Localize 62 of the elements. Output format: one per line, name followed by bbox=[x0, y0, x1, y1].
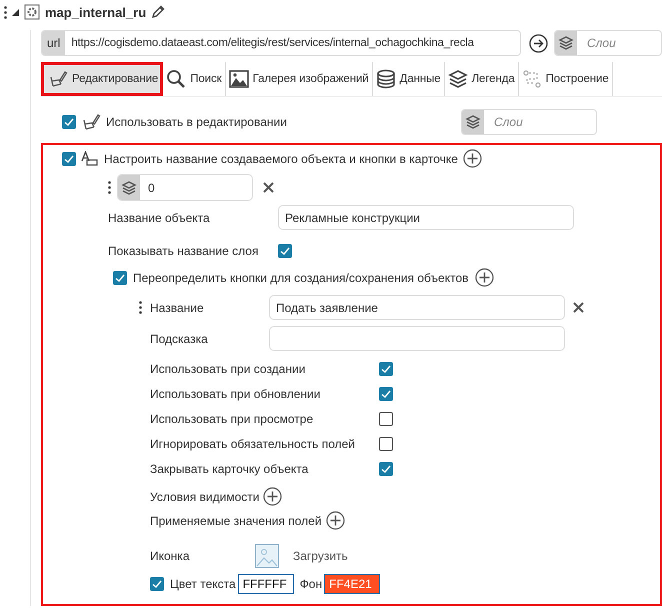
object-name-field[interactable]: Рекламные конструкции bbox=[278, 205, 574, 230]
url-prefix: url bbox=[42, 31, 66, 55]
option-label: Использовать при обновлении bbox=[150, 387, 322, 401]
checkbox[interactable] bbox=[379, 387, 393, 401]
checkbox[interactable] bbox=[62, 115, 76, 129]
checkbox[interactable] bbox=[379, 462, 393, 476]
checkbox[interactable] bbox=[62, 152, 76, 166]
option-label: Игнорировать обязательность полей bbox=[150, 437, 356, 451]
close-icon[interactable] bbox=[573, 302, 584, 313]
layers-icon bbox=[558, 35, 574, 51]
layers-icon bbox=[448, 69, 468, 89]
map-title: map_internal_ru bbox=[45, 4, 146, 20]
layers-icon bbox=[121, 180, 137, 196]
layers-field[interactable]: Слои bbox=[461, 109, 597, 135]
search-icon bbox=[166, 69, 186, 89]
option-label: Условия видимости bbox=[150, 490, 260, 504]
arrow-right-icon[interactable] bbox=[529, 34, 548, 52]
hint-field[interactable] bbox=[269, 326, 565, 351]
option-label: Применяемые значения полей bbox=[150, 514, 322, 528]
tab[interactable]: Редактирование bbox=[41, 62, 164, 96]
close-icon[interactable] bbox=[263, 182, 274, 193]
field-label: Название объекта bbox=[108, 210, 211, 224]
option-label: Использовать при просмотре bbox=[150, 412, 314, 426]
route-icon bbox=[522, 69, 542, 89]
field-label: Цвет текста bbox=[170, 577, 236, 591]
option-label: Использовать при создании bbox=[150, 362, 306, 376]
url-field[interactable]: url https://cogisdemo.dataeast.com/elitegis/rest/services/internal_ochagochkina_recla bbox=[41, 30, 521, 56]
field-label: Название bbox=[150, 300, 204, 314]
image-icon bbox=[228, 70, 249, 88]
drag-handle-icon[interactable] bbox=[139, 301, 142, 314]
field-label: Подсказка bbox=[150, 332, 209, 346]
add-icon[interactable] bbox=[326, 511, 345, 530]
layers-field[interactable]: Слои bbox=[554, 30, 662, 56]
option-label: Закрывать карточку объекта bbox=[150, 462, 310, 476]
checkbox[interactable] bbox=[150, 577, 164, 591]
add-icon[interactable] bbox=[263, 487, 282, 506]
checkbox[interactable] bbox=[379, 362, 393, 376]
option-label: Переопределить кнопки для создания/сохранения объектов bbox=[133, 270, 468, 284]
button-name-field[interactable]: Подать заявление bbox=[269, 295, 565, 320]
checkbox[interactable] bbox=[113, 270, 127, 284]
text-format-icon bbox=[81, 150, 99, 166]
checkbox[interactable] bbox=[379, 412, 393, 426]
checkbox[interactable] bbox=[278, 244, 292, 258]
add-icon[interactable] bbox=[474, 268, 494, 287]
pencil-icon[interactable] bbox=[151, 5, 166, 19]
field-label: Показывать название слоя bbox=[108, 244, 260, 258]
option-label: Использовать в редактировании bbox=[106, 115, 288, 129]
checkbox[interactable] bbox=[379, 437, 393, 451]
database-icon bbox=[376, 69, 396, 89]
pencil-chair-icon bbox=[81, 112, 101, 132]
field-label: Иконка bbox=[150, 549, 190, 563]
drag-handle-icon[interactable] bbox=[4, 6, 7, 18]
section-label: Настроить название создаваемого объекта и кнопки в карточке bbox=[104, 152, 458, 166]
layers-icon bbox=[465, 114, 481, 130]
layer-index-field[interactable]: 0 bbox=[117, 174, 253, 201]
upload-link[interactable]: Загрузить bbox=[293, 549, 348, 563]
drag-handle-icon[interactable] bbox=[108, 181, 111, 194]
pencil-chair-icon bbox=[48, 69, 68, 89]
field-label: Фон bbox=[300, 577, 322, 591]
add-icon[interactable] bbox=[462, 149, 482, 168]
text-color-field[interactable]: FFFFFF bbox=[238, 574, 294, 594]
collapse-arrow-icon[interactable] bbox=[12, 8, 19, 16]
